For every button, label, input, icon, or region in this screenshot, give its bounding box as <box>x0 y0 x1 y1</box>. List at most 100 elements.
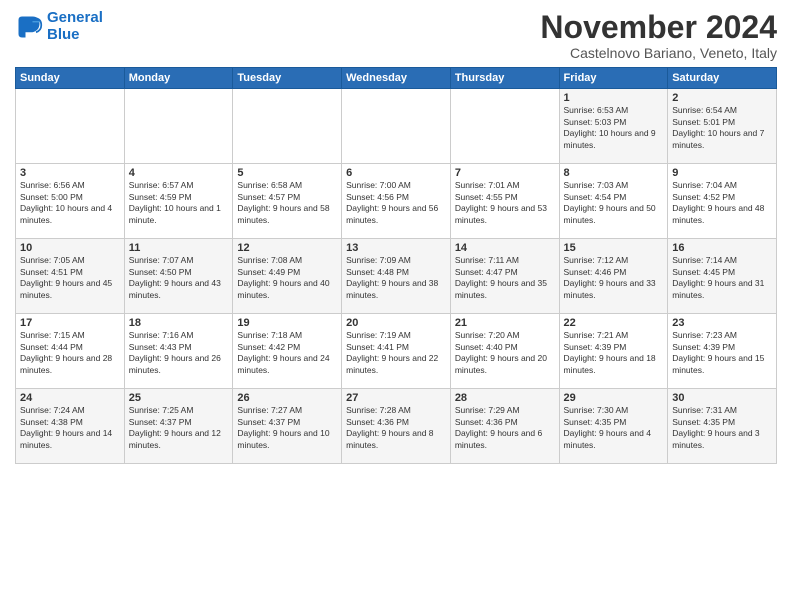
day-info: Sunrise: 7:21 AM Sunset: 4:39 PM Dayligh… <box>564 330 664 376</box>
cell-week3-day5: 14Sunrise: 7:11 AM Sunset: 4:47 PM Dayli… <box>450 239 559 314</box>
cell-week5-day5: 28Sunrise: 7:29 AM Sunset: 4:36 PM Dayli… <box>450 389 559 464</box>
header: General Blue November 2024 Castelnovo Ba… <box>15 10 777 61</box>
day-number: 26 <box>237 392 337 404</box>
day-number: 22 <box>564 317 664 329</box>
calendar-table: Sunday Monday Tuesday Wednesday Thursday… <box>15 67 777 464</box>
day-info: Sunrise: 7:01 AM Sunset: 4:55 PM Dayligh… <box>455 180 555 226</box>
week-row-3: 10Sunrise: 7:05 AM Sunset: 4:51 PM Dayli… <box>16 239 777 314</box>
header-thursday: Thursday <box>450 68 559 89</box>
day-number: 16 <box>672 242 772 254</box>
cell-week2-day5: 7Sunrise: 7:01 AM Sunset: 4:55 PM Daylig… <box>450 164 559 239</box>
day-info: Sunrise: 7:18 AM Sunset: 4:42 PM Dayligh… <box>237 330 337 376</box>
week-row-5: 24Sunrise: 7:24 AM Sunset: 4:38 PM Dayli… <box>16 389 777 464</box>
day-number: 29 <box>564 392 664 404</box>
cell-week2-day3: 5Sunrise: 6:58 AM Sunset: 4:57 PM Daylig… <box>233 164 342 239</box>
cell-week4-day4: 20Sunrise: 7:19 AM Sunset: 4:41 PM Dayli… <box>342 314 451 389</box>
day-number: 19 <box>237 317 337 329</box>
day-info: Sunrise: 7:14 AM Sunset: 4:45 PM Dayligh… <box>672 255 772 301</box>
cell-week1-day2 <box>124 89 233 164</box>
cell-week2-day4: 6Sunrise: 7:00 AM Sunset: 4:56 PM Daylig… <box>342 164 451 239</box>
cell-week4-day5: 21Sunrise: 7:20 AM Sunset: 4:40 PM Dayli… <box>450 314 559 389</box>
day-info: Sunrise: 6:54 AM Sunset: 5:01 PM Dayligh… <box>672 105 772 151</box>
day-info: Sunrise: 7:31 AM Sunset: 4:35 PM Dayligh… <box>672 405 772 451</box>
cell-week5-day7: 30Sunrise: 7:31 AM Sunset: 4:35 PM Dayli… <box>668 389 777 464</box>
logo-line2: Blue <box>47 27 103 44</box>
day-info: Sunrise: 7:08 AM Sunset: 4:49 PM Dayligh… <box>237 255 337 301</box>
day-info: Sunrise: 7:25 AM Sunset: 4:37 PM Dayligh… <box>129 405 229 451</box>
day-info: Sunrise: 6:53 AM Sunset: 5:03 PM Dayligh… <box>564 105 664 151</box>
day-number: 10 <box>20 242 120 254</box>
day-info: Sunrise: 7:04 AM Sunset: 4:52 PM Dayligh… <box>672 180 772 226</box>
page-container: General Blue November 2024 Castelnovo Ba… <box>0 0 792 469</box>
day-info: Sunrise: 6:58 AM Sunset: 4:57 PM Dayligh… <box>237 180 337 226</box>
day-number: 27 <box>346 392 446 404</box>
week-row-1: 1Sunrise: 6:53 AM Sunset: 5:03 PM Daylig… <box>16 89 777 164</box>
cell-week5-day3: 26Sunrise: 7:27 AM Sunset: 4:37 PM Dayli… <box>233 389 342 464</box>
day-number: 14 <box>455 242 555 254</box>
day-number: 23 <box>672 317 772 329</box>
cell-week5-day1: 24Sunrise: 7:24 AM Sunset: 4:38 PM Dayli… <box>16 389 125 464</box>
header-row: Sunday Monday Tuesday Wednesday Thursday… <box>16 68 777 89</box>
header-saturday: Saturday <box>668 68 777 89</box>
cell-week2-day2: 4Sunrise: 6:57 AM Sunset: 4:59 PM Daylig… <box>124 164 233 239</box>
header-sunday: Sunday <box>16 68 125 89</box>
day-number: 1 <box>564 92 664 104</box>
header-wednesday: Wednesday <box>342 68 451 89</box>
calendar-body: 1Sunrise: 6:53 AM Sunset: 5:03 PM Daylig… <box>16 89 777 464</box>
cell-week4-day6: 22Sunrise: 7:21 AM Sunset: 4:39 PM Dayli… <box>559 314 668 389</box>
day-number: 30 <box>672 392 772 404</box>
day-number: 25 <box>129 392 229 404</box>
day-number: 5 <box>237 167 337 179</box>
day-info: Sunrise: 7:30 AM Sunset: 4:35 PM Dayligh… <box>564 405 664 451</box>
day-info: Sunrise: 7:11 AM Sunset: 4:47 PM Dayligh… <box>455 255 555 301</box>
day-number: 11 <box>129 242 229 254</box>
day-number: 4 <box>129 167 229 179</box>
cell-week5-day2: 25Sunrise: 7:25 AM Sunset: 4:37 PM Dayli… <box>124 389 233 464</box>
day-info: Sunrise: 7:03 AM Sunset: 4:54 PM Dayligh… <box>564 180 664 226</box>
day-info: Sunrise: 7:07 AM Sunset: 4:50 PM Dayligh… <box>129 255 229 301</box>
calendar-header: Sunday Monday Tuesday Wednesday Thursday… <box>16 68 777 89</box>
week-row-4: 17Sunrise: 7:15 AM Sunset: 4:44 PM Dayli… <box>16 314 777 389</box>
cell-week1-day7: 2Sunrise: 6:54 AM Sunset: 5:01 PM Daylig… <box>668 89 777 164</box>
calendar-subtitle: Castelnovo Bariano, Veneto, Italy <box>540 45 777 61</box>
cell-week2-day1: 3Sunrise: 6:56 AM Sunset: 5:00 PM Daylig… <box>16 164 125 239</box>
day-number: 21 <box>455 317 555 329</box>
cell-week5-day6: 29Sunrise: 7:30 AM Sunset: 4:35 PM Dayli… <box>559 389 668 464</box>
day-number: 3 <box>20 167 120 179</box>
day-info: Sunrise: 6:57 AM Sunset: 4:59 PM Dayligh… <box>129 180 229 226</box>
day-number: 7 <box>455 167 555 179</box>
day-info: Sunrise: 7:15 AM Sunset: 4:44 PM Dayligh… <box>20 330 120 376</box>
day-number: 12 <box>237 242 337 254</box>
cell-week4-day7: 23Sunrise: 7:23 AM Sunset: 4:39 PM Dayli… <box>668 314 777 389</box>
day-info: Sunrise: 7:00 AM Sunset: 4:56 PM Dayligh… <box>346 180 446 226</box>
day-number: 15 <box>564 242 664 254</box>
cell-week4-day1: 17Sunrise: 7:15 AM Sunset: 4:44 PM Dayli… <box>16 314 125 389</box>
cell-week5-day4: 27Sunrise: 7:28 AM Sunset: 4:36 PM Dayli… <box>342 389 451 464</box>
week-row-2: 3Sunrise: 6:56 AM Sunset: 5:00 PM Daylig… <box>16 164 777 239</box>
day-info: Sunrise: 7:19 AM Sunset: 4:41 PM Dayligh… <box>346 330 446 376</box>
day-number: 18 <box>129 317 229 329</box>
logo-line1: General <box>47 9 103 26</box>
day-info: Sunrise: 7:16 AM Sunset: 4:43 PM Dayligh… <box>129 330 229 376</box>
day-info: Sunrise: 7:24 AM Sunset: 4:38 PM Dayligh… <box>20 405 120 451</box>
cell-week1-day4 <box>342 89 451 164</box>
day-number: 9 <box>672 167 772 179</box>
cell-week3-day3: 12Sunrise: 7:08 AM Sunset: 4:49 PM Dayli… <box>233 239 342 314</box>
cell-week2-day7: 9Sunrise: 7:04 AM Sunset: 4:52 PM Daylig… <box>668 164 777 239</box>
day-info: Sunrise: 7:23 AM Sunset: 4:39 PM Dayligh… <box>672 330 772 376</box>
cell-week1-day3 <box>233 89 342 164</box>
day-info: Sunrise: 7:09 AM Sunset: 4:48 PM Dayligh… <box>346 255 446 301</box>
header-friday: Friday <box>559 68 668 89</box>
day-number: 2 <box>672 92 772 104</box>
cell-week4-day3: 19Sunrise: 7:18 AM Sunset: 4:42 PM Dayli… <box>233 314 342 389</box>
logo-text: General Blue <box>47 10 103 43</box>
day-info: Sunrise: 7:05 AM Sunset: 4:51 PM Dayligh… <box>20 255 120 301</box>
calendar-title: November 2024 <box>540 10 777 45</box>
day-number: 17 <box>20 317 120 329</box>
title-block: November 2024 Castelnovo Bariano, Veneto… <box>540 10 777 61</box>
header-tuesday: Tuesday <box>233 68 342 89</box>
cell-week3-day1: 10Sunrise: 7:05 AM Sunset: 4:51 PM Dayli… <box>16 239 125 314</box>
logo: General Blue <box>15 10 103 43</box>
day-info: Sunrise: 7:20 AM Sunset: 4:40 PM Dayligh… <box>455 330 555 376</box>
cell-week1-day1 <box>16 89 125 164</box>
